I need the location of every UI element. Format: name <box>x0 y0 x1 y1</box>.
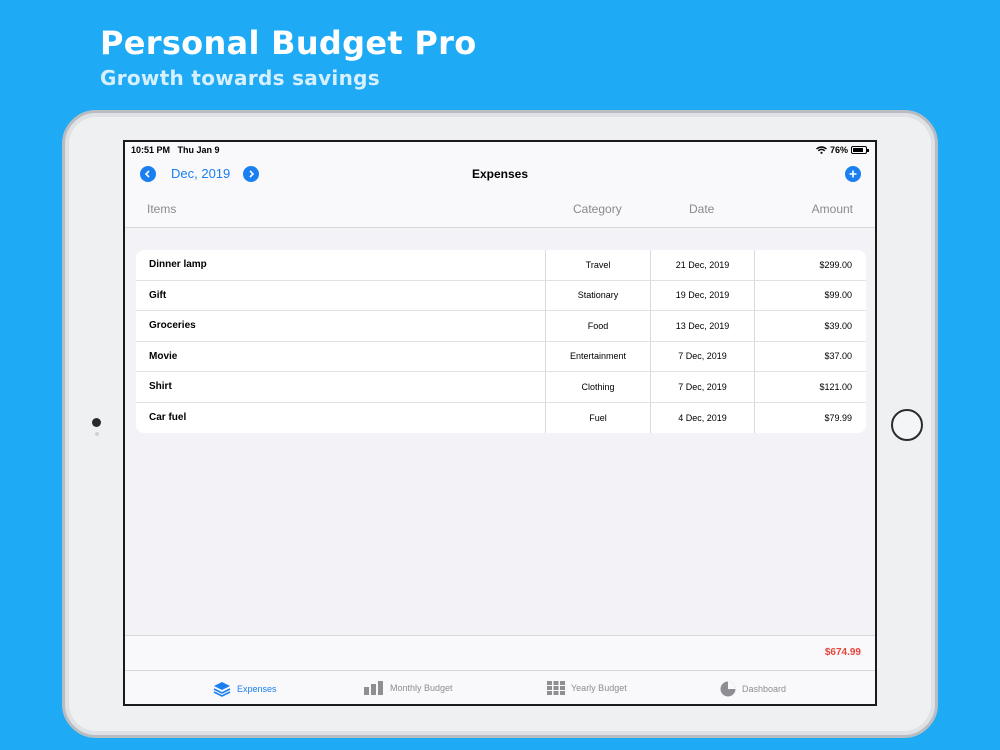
item-category: Stationary <box>545 280 650 310</box>
item-amount: $39.00 <box>754 311 866 341</box>
status-date: Thu Jan 9 <box>177 145 220 155</box>
sensor-dot <box>94 432 99 436</box>
add-expense-button[interactable] <box>845 166 861 182</box>
promo-title: Personal Budget Pro <box>100 24 477 62</box>
tab-expenses-label: Expenses <box>237 684 277 694</box>
table-row[interactable]: Dinner lamp Travel 21 Dec, 2019 $299.00 <box>136 250 866 281</box>
table-row[interactable]: Movie Entertainment 7 Dec, 2019 $37.00 <box>136 341 866 372</box>
total-bar: $674.99 <box>125 635 875 670</box>
item-name: Movie <box>149 350 178 362</box>
item-date: 19 Dec, 2019 <box>650 280 754 310</box>
item-name: Dinner lamp <box>149 259 207 270</box>
column-header-category: Category <box>573 202 622 216</box>
expenses-table: Dinner lamp Travel 21 Dec, 2019 $299.00 … <box>136 250 866 433</box>
wifi-icon <box>816 146 827 154</box>
tab-yearly-budget-label: Yearly Budget <box>571 683 627 693</box>
item-amount: $299.00 <box>754 250 866 280</box>
item-date: 21 Dec, 2019 <box>650 250 754 280</box>
item-category: Clothing <box>545 372 650 402</box>
tab-bar: Expenses Monthly Budget Yearly Budget Da… <box>125 670 875 704</box>
item-name: Gift <box>149 289 167 301</box>
table-row[interactable]: Car fuel Fuel 4 Dec, 2019 $79.99 <box>136 402 866 433</box>
tab-monthly-budget-label: Monthly Budget <box>390 683 453 693</box>
item-date: 13 Dec, 2019 <box>650 311 754 341</box>
item-name: Shirt <box>149 381 172 392</box>
navigation-bar: 10:51 PM Thu Jan 9 76% Dec, 2019 Expense… <box>125 142 875 228</box>
tab-dashboard[interactable]: Dashboard <box>720 681 786 697</box>
status-bar-left: 10:51 PM Thu Jan 9 <box>131 145 220 155</box>
item-date: 4 Dec, 2019 <box>650 402 754 433</box>
page-title: Expenses <box>471 167 529 181</box>
item-date: 7 Dec, 2019 <box>650 341 754 371</box>
column-header-date: Date <box>689 202 715 216</box>
app-screen: 10:51 PM Thu Jan 9 76% Dec, 2019 Expense… <box>123 140 877 706</box>
home-button[interactable] <box>891 409 923 441</box>
item-amount: $99.00 <box>754 280 866 310</box>
tab-dashboard-label: Dashboard <box>742 684 787 694</box>
item-amount: $37.00 <box>754 341 866 371</box>
layers-icon <box>213 682 231 697</box>
status-bar-right: 76% <box>816 145 869 155</box>
status-time: 10:51 PM <box>131 145 171 155</box>
tab-yearly-budget[interactable]: Yearly Budget <box>547 681 627 695</box>
item-category: Travel <box>545 250 650 280</box>
item-category: Food <box>545 311 650 341</box>
tab-expenses[interactable]: Expenses <box>213 681 277 697</box>
battery-percent: 76% <box>829 145 848 155</box>
promo-subtitle: Growth towards savings <box>100 66 380 90</box>
item-name: Groceries <box>149 320 196 331</box>
tab-monthly-budget[interactable]: Monthly Budget <box>364 681 453 695</box>
item-amount: $79.99 <box>754 402 866 433</box>
item-name: Car fuel <box>149 411 187 423</box>
grid-icon <box>547 681 565 695</box>
camera-icon <box>92 418 101 427</box>
pie-chart-icon <box>720 681 736 697</box>
total-amount: $674.99 <box>824 647 861 658</box>
column-header-items: Items <box>147 202 177 216</box>
item-category: Entertainment <box>545 341 650 371</box>
table-row[interactable]: Groceries Food 13 Dec, 2019 $39.00 <box>136 311 866 342</box>
table-row[interactable]: Gift Stationary 19 Dec, 2019 $99.00 <box>136 280 866 311</box>
item-date: 7 Dec, 2019 <box>650 372 754 402</box>
bar-chart-icon <box>364 681 383 695</box>
table-row[interactable]: Shirt Clothing 7 Dec, 2019 $121.00 <box>136 372 866 403</box>
item-amount: $121.00 <box>754 372 866 402</box>
battery-icon <box>851 146 869 154</box>
column-header-amount: Amount <box>811 202 853 216</box>
plus-icon <box>849 170 857 178</box>
item-category: Fuel <box>545 402 650 433</box>
